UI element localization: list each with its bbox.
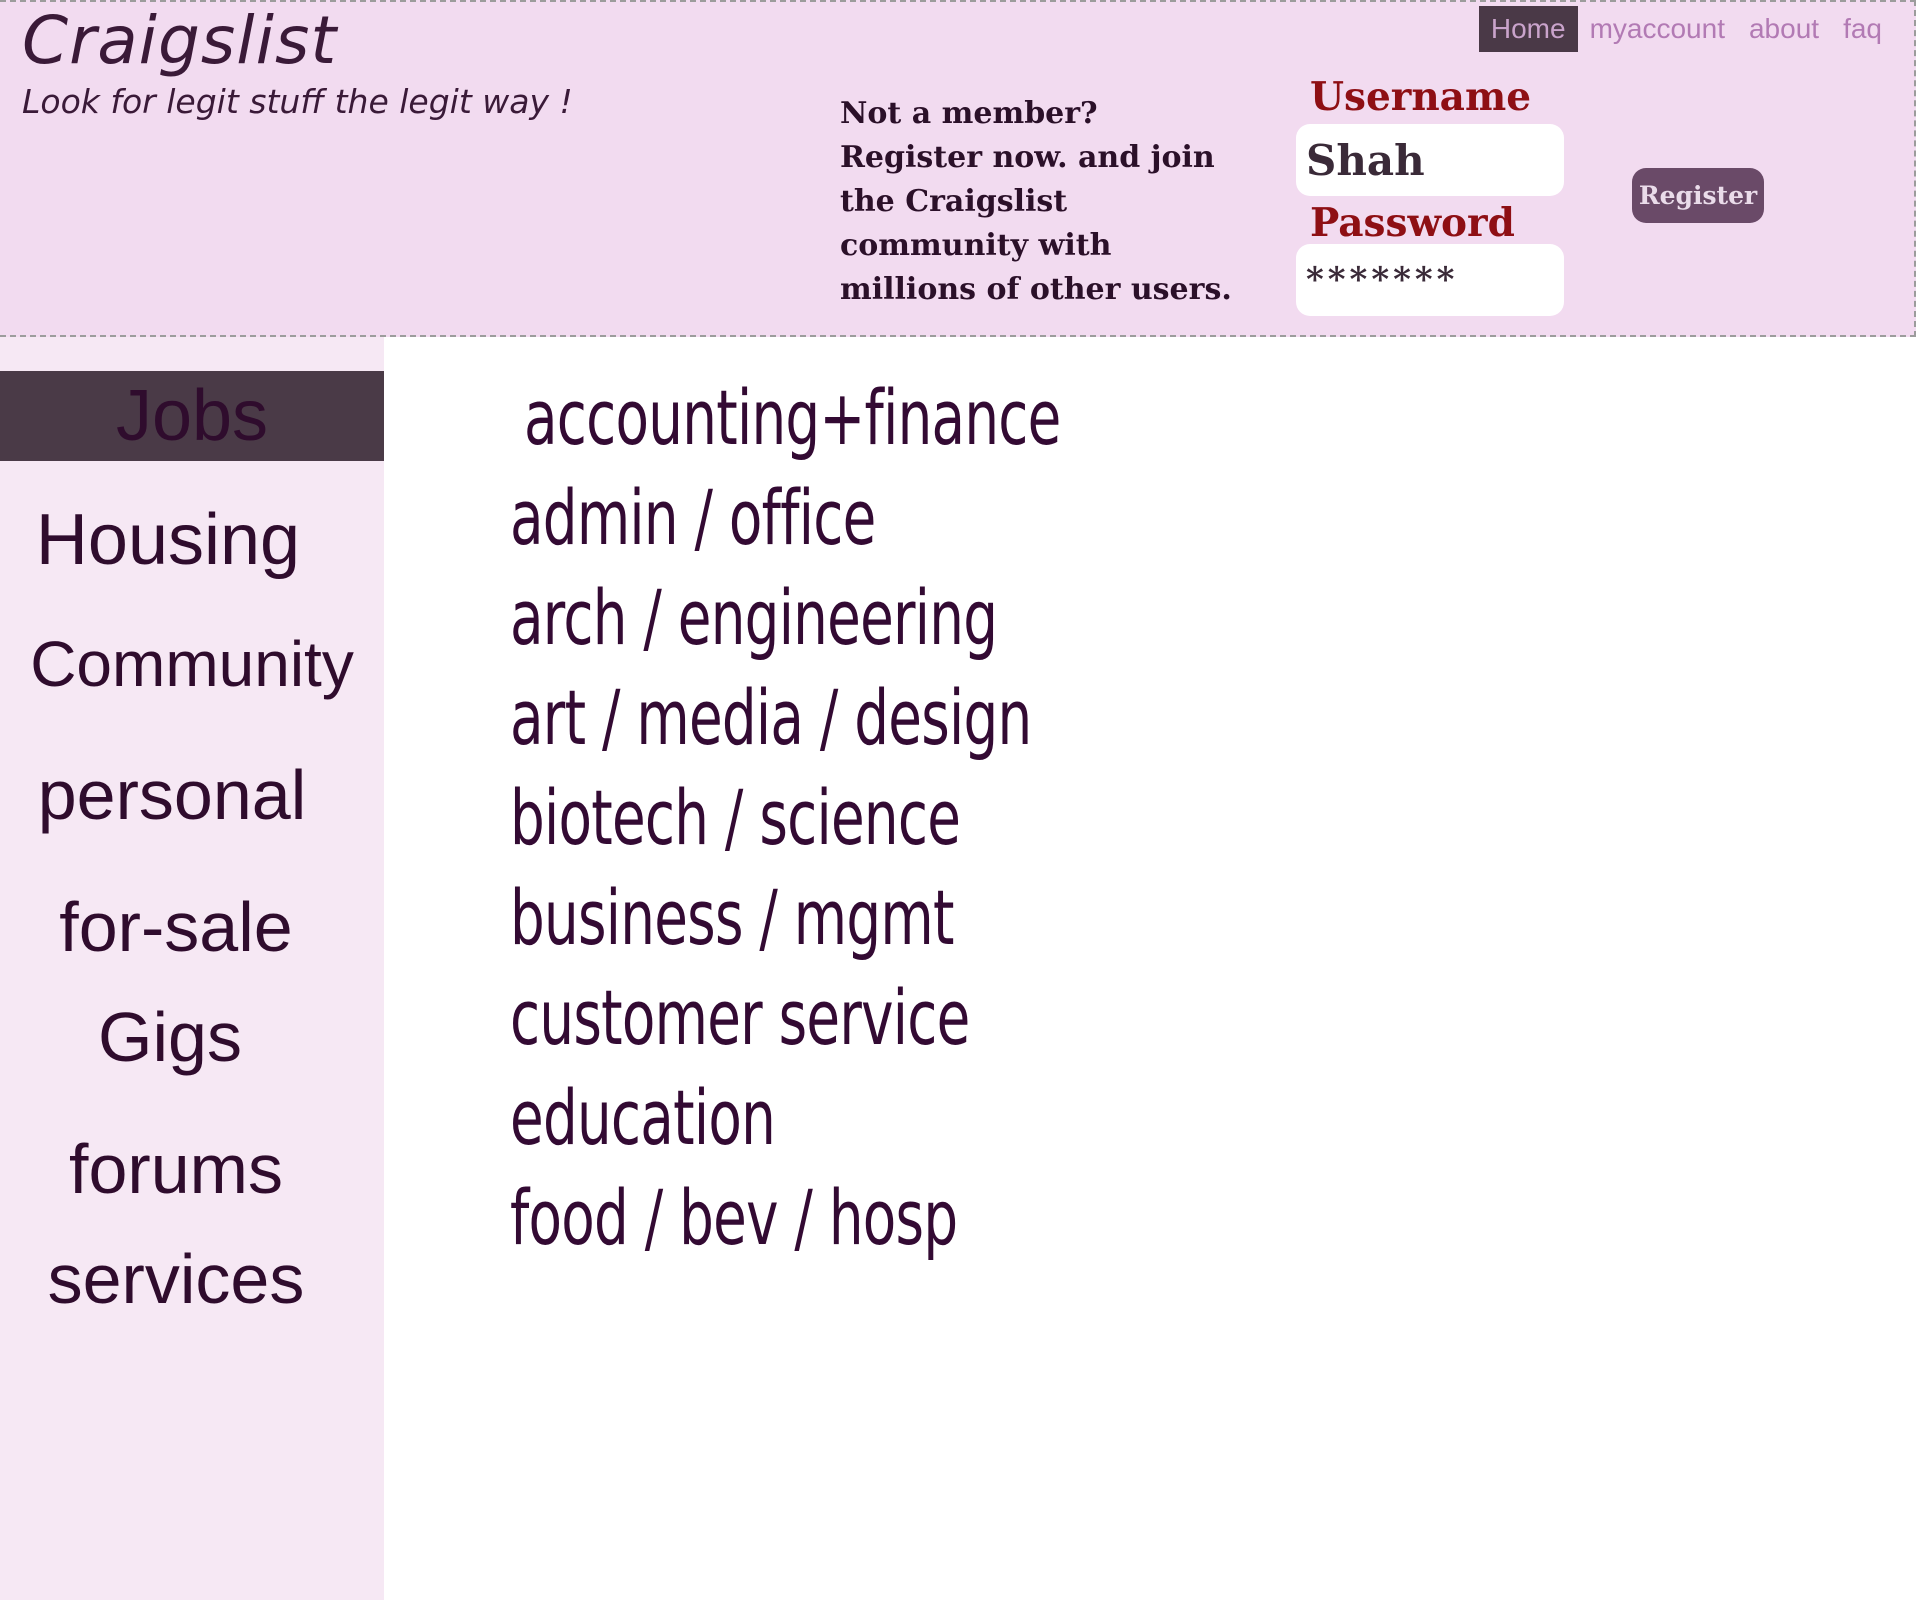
category-link[interactable]: arch / engineering	[510, 580, 998, 656]
sidebar-item-for-sale[interactable]: for-sale	[0, 887, 368, 967]
sidebar-item-community[interactable]: Community	[0, 627, 384, 701]
username-label: Username	[1310, 74, 1532, 120]
register-promo-text: Not a member? Register now. and join the…	[840, 96, 1232, 307]
category-link[interactable]: accounting+finance	[524, 380, 1061, 456]
category-link[interactable]: business / mgmt	[510, 880, 954, 956]
header: Craigslist Look for legit stuff the legi…	[0, 0, 1916, 337]
sidebar-item-services[interactable]: services	[0, 1239, 368, 1319]
sidebar: Jobs Housing Community personal for-sale…	[0, 337, 384, 1600]
nav-myaccount-link[interactable]: myaccount	[1578, 6, 1737, 52]
category-link[interactable]: admin / office	[510, 480, 876, 556]
nav-home-link[interactable]: Home	[1478, 6, 1578, 52]
nav-faq-link[interactable]: faq	[1831, 6, 1894, 52]
category-link[interactable]: art / media / design	[510, 680, 1032, 756]
site-tagline: Look for legit stuff the legit way !	[22, 82, 573, 121]
sidebar-item-gigs[interactable]: Gigs	[0, 997, 362, 1077]
sidebar-item-jobs[interactable]: Jobs	[0, 371, 384, 461]
site-logo[interactable]: Craigslist	[22, 2, 337, 79]
username-input[interactable]	[1296, 124, 1564, 196]
password-input[interactable]	[1296, 244, 1564, 316]
password-label: Password	[1310, 200, 1515, 246]
category-link[interactable]: customer service	[510, 980, 970, 1056]
nav-about-link[interactable]: about	[1737, 6, 1831, 52]
register-button[interactable]: Register	[1632, 168, 1764, 223]
category-link[interactable]: food / bev / hosp	[510, 1180, 958, 1256]
sidebar-item-forums[interactable]: forums	[0, 1129, 368, 1209]
category-link[interactable]: biotech / science	[510, 780, 961, 856]
sidebar-item-personal[interactable]: personal	[0, 755, 364, 835]
category-link[interactable]: education	[510, 1080, 776, 1156]
sidebar-item-housing[interactable]: Housing	[0, 499, 360, 581]
top-nav: Home myaccount about faq	[1478, 6, 1894, 52]
